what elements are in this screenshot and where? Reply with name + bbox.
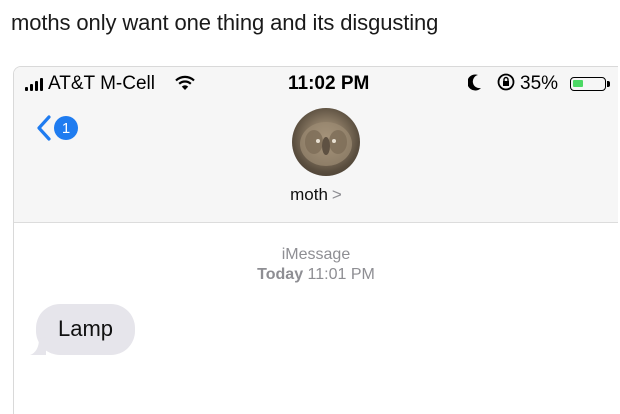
- contact-avatar[interactable]: [292, 108, 360, 176]
- service-label: iMessage: [281, 246, 351, 263]
- timestamp: Today 11:01 PM: [14, 265, 618, 285]
- conversation-header: AT&T M-Cell 11:02 PM 35% 1 moth >: [14, 67, 618, 223]
- message-text: Lamp: [58, 316, 114, 341]
- battery-tip: [607, 81, 610, 87]
- message-row: Lamp: [30, 304, 136, 355]
- thread-meta: iMessage Today 11:01 PM: [14, 245, 618, 285]
- chevron-left-icon: [37, 115, 51, 141]
- contact-name-button[interactable]: moth >: [14, 185, 618, 205]
- do-not-disturb-icon: [467, 73, 482, 96]
- status-time: 11:02 PM: [288, 73, 370, 94]
- signal-strength-icon: [25, 78, 43, 91]
- status-bar: AT&T M-Cell 11:02 PM 35%: [14, 67, 618, 101]
- chevron-right-icon: >: [331, 185, 342, 204]
- battery-percent: 35%: [520, 73, 559, 94]
- orientation-lock-icon: [496, 72, 516, 98]
- back-button[interactable]: 1: [36, 115, 78, 141]
- post-caption: moths only want one thing and its disgus…: [11, 10, 439, 35]
- incoming-message-bubble[interactable]: Lamp: [30, 304, 136, 355]
- timestamp-time: 11:01 PM: [307, 266, 375, 283]
- unread-count-badge: 1: [54, 116, 78, 140]
- wifi-icon: [175, 75, 195, 97]
- carrier-name: AT&T M-Cell: [48, 73, 155, 94]
- battery-icon: [570, 77, 606, 91]
- moth-photo-icon: [300, 122, 352, 166]
- phone-screenshot: AT&T M-Cell 11:02 PM 35% 1 moth > iMessa…: [13, 66, 618, 414]
- bubble-tail: [30, 337, 46, 355]
- timestamp-day: Today: [257, 266, 304, 283]
- contact-name: moth: [290, 185, 328, 204]
